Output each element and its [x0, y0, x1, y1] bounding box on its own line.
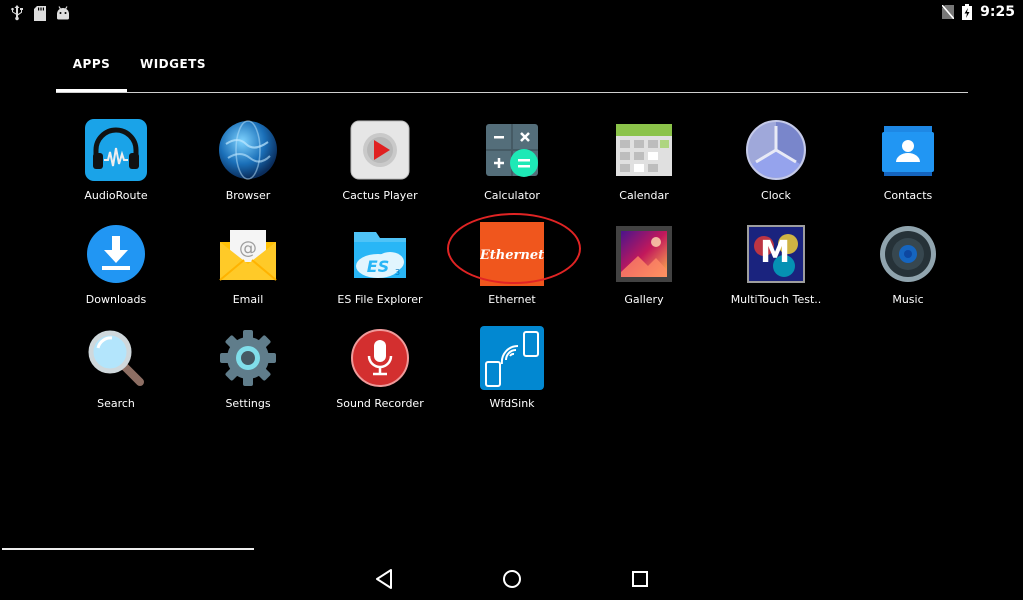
home-icon	[503, 570, 521, 588]
app-label: MultiTouch Test..	[730, 293, 822, 306]
ethernet-icon: Ethernet	[480, 222, 544, 286]
app-label: Ethernet	[488, 293, 536, 306]
app-label: AudioRoute	[84, 189, 148, 202]
app-label: Calendar	[619, 189, 669, 202]
app-cactus-player[interactable]: Cactus Player	[314, 116, 446, 216]
app-label: Gallery	[624, 293, 664, 306]
svg-text:3: 3	[395, 268, 400, 277]
tab-divider	[56, 92, 968, 93]
app-clock[interactable]: Clock	[710, 116, 842, 216]
app-sound-recorder[interactable]: Sound Recorder	[314, 324, 446, 424]
app-label: Settings	[225, 397, 271, 410]
app-label: Music	[892, 293, 924, 306]
tab-bar: APPS WIDGETS	[56, 56, 968, 96]
calendar-icon	[612, 118, 676, 182]
app-calendar[interactable]: Calendar	[578, 116, 710, 216]
app-settings[interactable]: Settings	[182, 324, 314, 424]
browser-icon	[216, 118, 280, 182]
back-button[interactable]	[369, 564, 399, 594]
svg-text:M: M	[760, 235, 790, 270]
app-grid: AudioRoute Browser Cactus Player Calcula…	[50, 116, 974, 416]
home-button[interactable]	[497, 564, 527, 594]
app-multitouch-test[interactable]: M MultiTouch Test..	[710, 220, 842, 320]
app-label: Browser	[225, 189, 271, 202]
audioroute-icon	[84, 118, 148, 182]
svg-text:@: @	[239, 238, 257, 259]
app-label: WfdSink	[489, 397, 535, 410]
app-search[interactable]: Search	[50, 324, 182, 424]
app-downloads[interactable]: Downloads	[50, 220, 182, 320]
sd-card-icon	[34, 5, 46, 21]
recents-button[interactable]	[625, 564, 655, 594]
no-sim-icon	[942, 5, 955, 19]
svg-text:ES: ES	[367, 257, 389, 276]
app-browser[interactable]: Browser	[182, 116, 314, 216]
calculator-icon	[480, 118, 544, 182]
app-es-file-explorer[interactable]: ES 3 ES File Explorer	[314, 220, 446, 320]
ethernet-icon-text: Ethernet	[480, 248, 544, 263]
page-scroll-indicator	[2, 548, 254, 550]
recents-icon	[632, 571, 648, 587]
app-label: ES File Explorer	[337, 293, 423, 306]
navigation-bar	[0, 556, 1023, 600]
status-bar: 9:25	[0, 0, 1023, 28]
status-bar-right: 9:25	[942, 4, 1015, 20]
status-time: 9:25	[980, 4, 1015, 20]
wfdsink-icon	[480, 326, 544, 390]
contacts-icon	[876, 118, 940, 182]
battery-charging-icon	[962, 4, 973, 20]
app-label: Downloads	[85, 293, 147, 306]
tab-widgets[interactable]: WIDGETS	[138, 56, 208, 92]
cactus-player-icon	[348, 118, 412, 182]
email-icon: @	[216, 222, 280, 286]
status-bar-left	[10, 5, 70, 21]
sound-recorder-icon	[348, 326, 412, 390]
downloads-icon	[84, 222, 148, 286]
app-label: Clock	[761, 189, 791, 202]
back-icon	[376, 569, 392, 589]
app-contacts[interactable]: Contacts	[842, 116, 974, 216]
usb-icon	[10, 5, 24, 21]
app-audioroute[interactable]: AudioRoute	[50, 116, 182, 216]
clock-icon	[744, 118, 808, 182]
app-label: Search	[97, 397, 135, 410]
app-wfdsink[interactable]: WfdSink	[446, 324, 578, 424]
es-file-explorer-icon: ES 3	[348, 222, 412, 286]
app-label: Contacts	[883, 189, 933, 202]
app-email[interactable]: @ Email	[182, 220, 314, 320]
app-label: Calculator	[484, 189, 540, 202]
tab-apps[interactable]: APPS	[56, 56, 127, 92]
search-icon	[84, 326, 148, 390]
app-label: Sound Recorder	[336, 397, 424, 410]
app-label: Cactus Player	[342, 189, 418, 202]
music-icon	[876, 222, 940, 286]
settings-icon	[216, 326, 280, 390]
multitouch-test-icon: M	[744, 222, 808, 286]
app-ethernet[interactable]: Ethernet Ethernet	[446, 220, 578, 320]
gallery-icon	[612, 222, 676, 286]
app-gallery[interactable]: Gallery	[578, 220, 710, 320]
android-debug-icon	[56, 6, 70, 20]
app-calculator[interactable]: Calculator	[446, 116, 578, 216]
app-label: Email	[232, 293, 264, 306]
app-music[interactable]: Music	[842, 220, 974, 320]
